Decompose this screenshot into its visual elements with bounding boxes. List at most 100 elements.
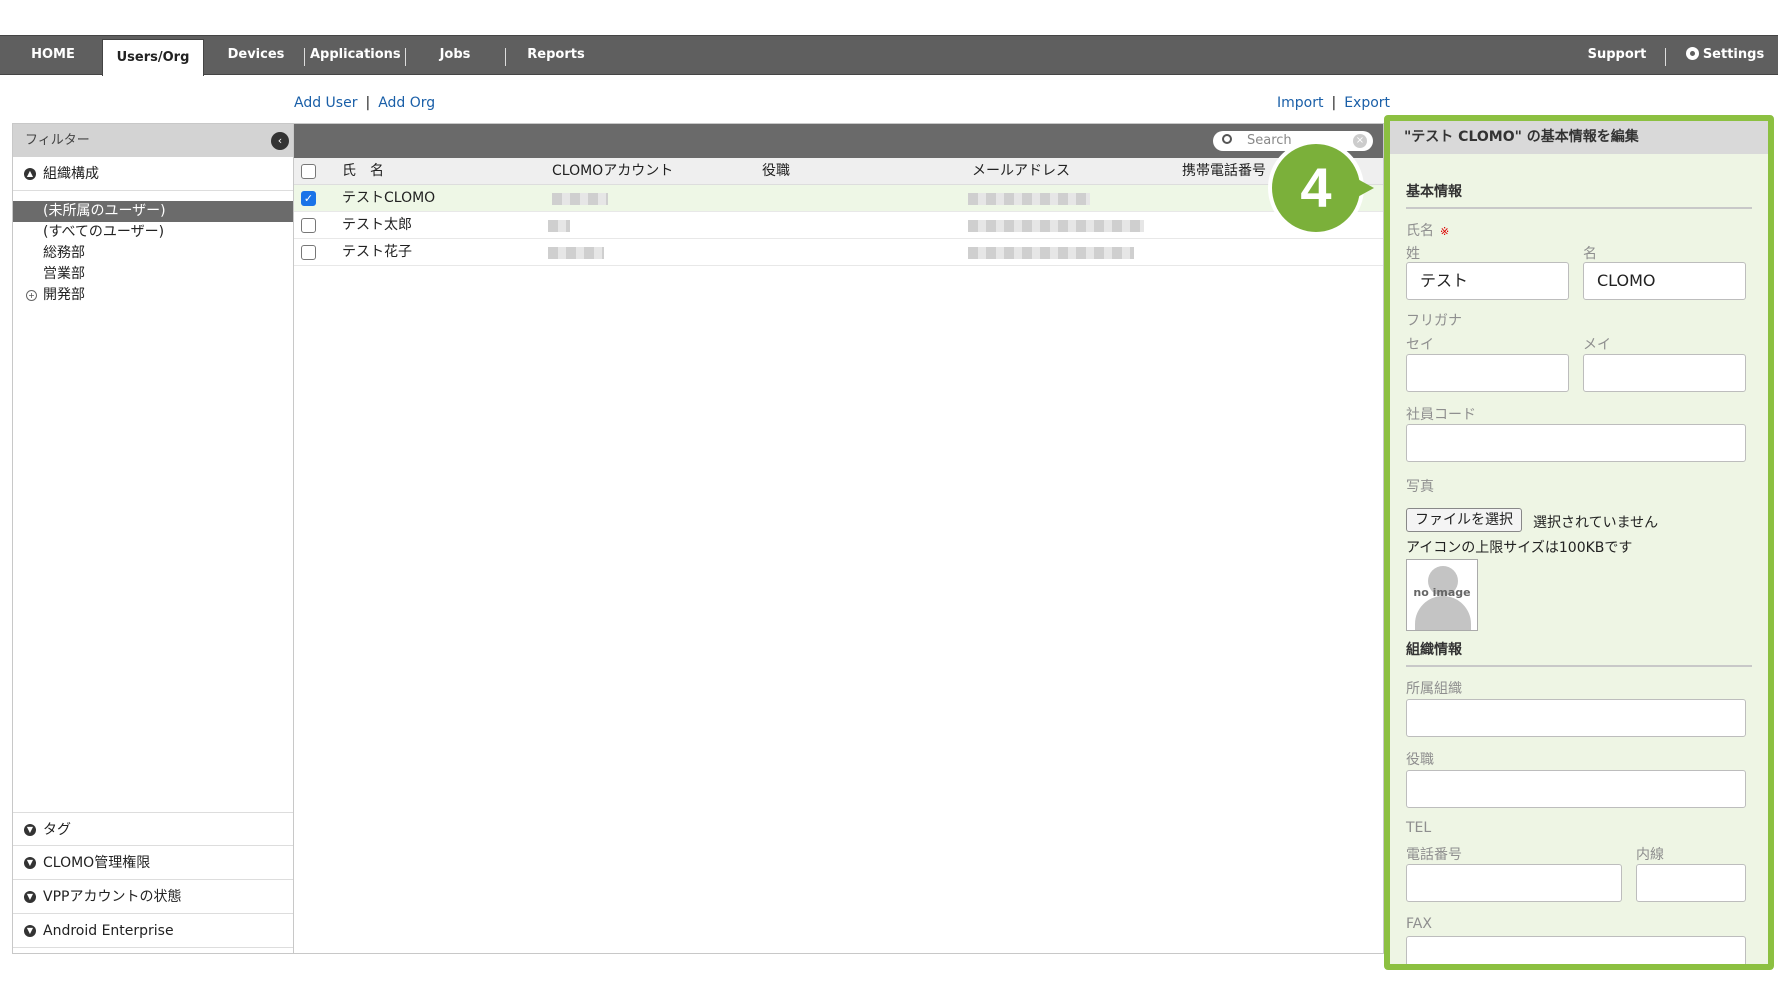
nav-divider — [505, 48, 506, 66]
nav-support[interactable]: Support — [1582, 36, 1652, 74]
furigana-mei-label: メイ — [1583, 337, 1611, 353]
nav-settings-label: Settings — [1702, 47, 1765, 62]
nav-jobs[interactable]: Jobs — [422, 36, 488, 74]
name-label: 氏名 ※ — [1406, 220, 1449, 240]
row-checkbox[interactable]: ✓ — [301, 191, 316, 206]
phone-label: 電話番号 — [1406, 847, 1462, 863]
chevron-down-icon: ▼ — [24, 857, 36, 869]
furigana-label: フリガナ — [1406, 313, 1462, 329]
clomo-permission-section-header[interactable]: ▼ CLOMO管理権限 — [13, 846, 293, 880]
org-tree: (未所属のユーザー) (すべてのユーザー) 総務部 営業部 + 開発部 — [13, 191, 293, 306]
table-row[interactable]: テスト太郎 — [294, 212, 1383, 239]
user-name-cell: テスト花子 — [342, 244, 412, 260]
org-section-label: 組織構成 — [43, 166, 99, 182]
filter-header: フィルター ‹ — [13, 124, 293, 157]
search-placeholder: Search — [1247, 133, 1292, 148]
chevron-down-icon: ▼ — [24, 891, 36, 903]
user-name-cell: テストCLOMO — [342, 190, 436, 206]
avatar-body-shape — [1415, 596, 1471, 630]
table-row[interactable]: テスト花子 — [294, 239, 1383, 266]
affiliation-input[interactable] — [1406, 699, 1746, 737]
grid-header-row: 氏 名 CLOMOアカウント 役職 メールアドレス 携帯電話番号 — [294, 158, 1383, 185]
no-image-text: no image — [1413, 586, 1471, 599]
panel-title: "テスト CLOMO" の基本情報を編集 — [1390, 121, 1768, 154]
furigana-sei-label: セイ — [1406, 337, 1434, 353]
icon-size-note: アイコンの上限サイズは100KBです — [1406, 540, 1633, 556]
position-input[interactable] — [1406, 770, 1746, 808]
column-header-position[interactable]: 役職 — [762, 158, 790, 185]
tag-section-header[interactable]: ▼ タグ — [13, 812, 293, 846]
furigana-first-input[interactable] — [1583, 354, 1746, 392]
section-label: Android Enterprise — [43, 923, 174, 939]
clear-search-icon[interactable]: × — [1353, 134, 1367, 148]
name-label-text: 氏名 — [1406, 223, 1434, 239]
sei-label: 姓 — [1406, 246, 1420, 262]
android-enterprise-section-header[interactable]: ▼ Android Enterprise — [13, 914, 293, 948]
column-header-email[interactable]: メールアドレス — [972, 158, 1070, 185]
search-icon — [1222, 134, 1232, 144]
gear-icon — [1685, 47, 1699, 60]
tree-item-sales[interactable]: 営業部 — [13, 264, 293, 285]
row-checkbox[interactable] — [301, 218, 316, 233]
required-mark: ※ — [1440, 225, 1450, 238]
basic-info-heading: 基本情報 — [1406, 181, 1752, 209]
step-badge: 4 — [1268, 140, 1364, 236]
collapse-sidebar-icon[interactable]: ‹ — [271, 132, 289, 150]
user-grid: Search × 氏 名 CLOMOアカウント 役職 メールアドレス 携帯電話番… — [294, 123, 1384, 954]
nav-applications[interactable]: Applications — [310, 36, 401, 74]
add-user-link[interactable]: Add User — [294, 95, 357, 111]
nav-home[interactable]: HOME — [14, 36, 92, 74]
position-label: 役職 — [1406, 752, 1434, 768]
chevron-up-icon: ▲ — [24, 168, 36, 180]
employee-code-input[interactable] — [1406, 424, 1746, 462]
chevron-down-icon: ▼ — [24, 925, 36, 937]
vpp-account-section-header[interactable]: ▼ VPPアカウントの状態 — [13, 880, 293, 914]
employee-code-label: 社員コード — [1406, 407, 1476, 423]
avatar: no image — [1406, 559, 1478, 631]
filter-title: フィルター — [25, 133, 90, 148]
top-nav: HOME Users/Org Devices Applications Jobs… — [0, 35, 1778, 76]
nav-settings[interactable]: Settings — [1680, 36, 1770, 74]
org-info-heading: 組織情報 — [1406, 639, 1752, 667]
nav-reports[interactable]: Reports — [520, 36, 592, 74]
tree-item-label: 開発部 — [43, 287, 85, 303]
nav-divider — [1665, 48, 1666, 66]
column-header-mobile[interactable]: 携帯電話番号 — [1182, 158, 1266, 185]
affiliation-label: 所属組織 — [1406, 681, 1462, 697]
grid-toolbar: Search × — [294, 124, 1383, 158]
first-name-input[interactable]: CLOMO — [1583, 262, 1746, 300]
import-export-links: Import | Export — [1277, 95, 1391, 111]
tree-item-general-affairs[interactable]: 総務部 — [13, 243, 293, 264]
redacted-email — [968, 220, 1144, 232]
photo-label: 写真 — [1406, 479, 1434, 495]
tel-label: TEL — [1406, 820, 1432, 836]
tree-item-all-users[interactable]: (すべてのユーザー) — [13, 222, 293, 243]
column-header-name[interactable]: 氏 名 — [342, 158, 384, 185]
extension-input[interactable] — [1636, 864, 1746, 902]
chevron-down-icon: ▼ — [24, 824, 36, 836]
redacted-account — [548, 220, 570, 232]
edit-user-panel: "テスト CLOMO" の基本情報を編集 基本情報 氏名 ※ 姓 名 テスト CL… — [1384, 115, 1774, 970]
column-header-account[interactable]: CLOMOアカウント — [552, 158, 673, 185]
phone-input[interactable] — [1406, 864, 1622, 902]
expand-icon[interactable]: + — [26, 290, 37, 301]
choose-file-button[interactable]: ファイルを選択 — [1406, 508, 1522, 532]
tree-item-development[interactable]: + 開発部 — [13, 285, 293, 306]
select-all-checkbox[interactable] — [301, 164, 316, 179]
add-org-link[interactable]: Add Org — [378, 95, 435, 111]
nav-devices[interactable]: Devices — [216, 36, 296, 74]
row-checkbox[interactable] — [301, 245, 316, 260]
redacted-account — [552, 193, 608, 205]
step-badge-pointer — [1352, 176, 1374, 200]
last-name-input[interactable]: テスト — [1406, 262, 1569, 300]
fax-label: FAX — [1406, 916, 1432, 932]
table-row[interactable]: ✓ テストCLOMO — [294, 185, 1383, 212]
export-link[interactable]: Export — [1344, 95, 1390, 111]
org-section-header[interactable]: ▲ 組織構成 — [13, 157, 293, 191]
import-link[interactable]: Import — [1277, 95, 1323, 111]
tree-item-unassigned[interactable]: (未所属のユーザー) — [13, 201, 293, 222]
redacted-email — [968, 247, 1134, 259]
nav-users-org[interactable]: Users/Org — [102, 39, 204, 76]
furigana-last-input[interactable] — [1406, 354, 1569, 392]
fax-input[interactable] — [1406, 936, 1746, 964]
